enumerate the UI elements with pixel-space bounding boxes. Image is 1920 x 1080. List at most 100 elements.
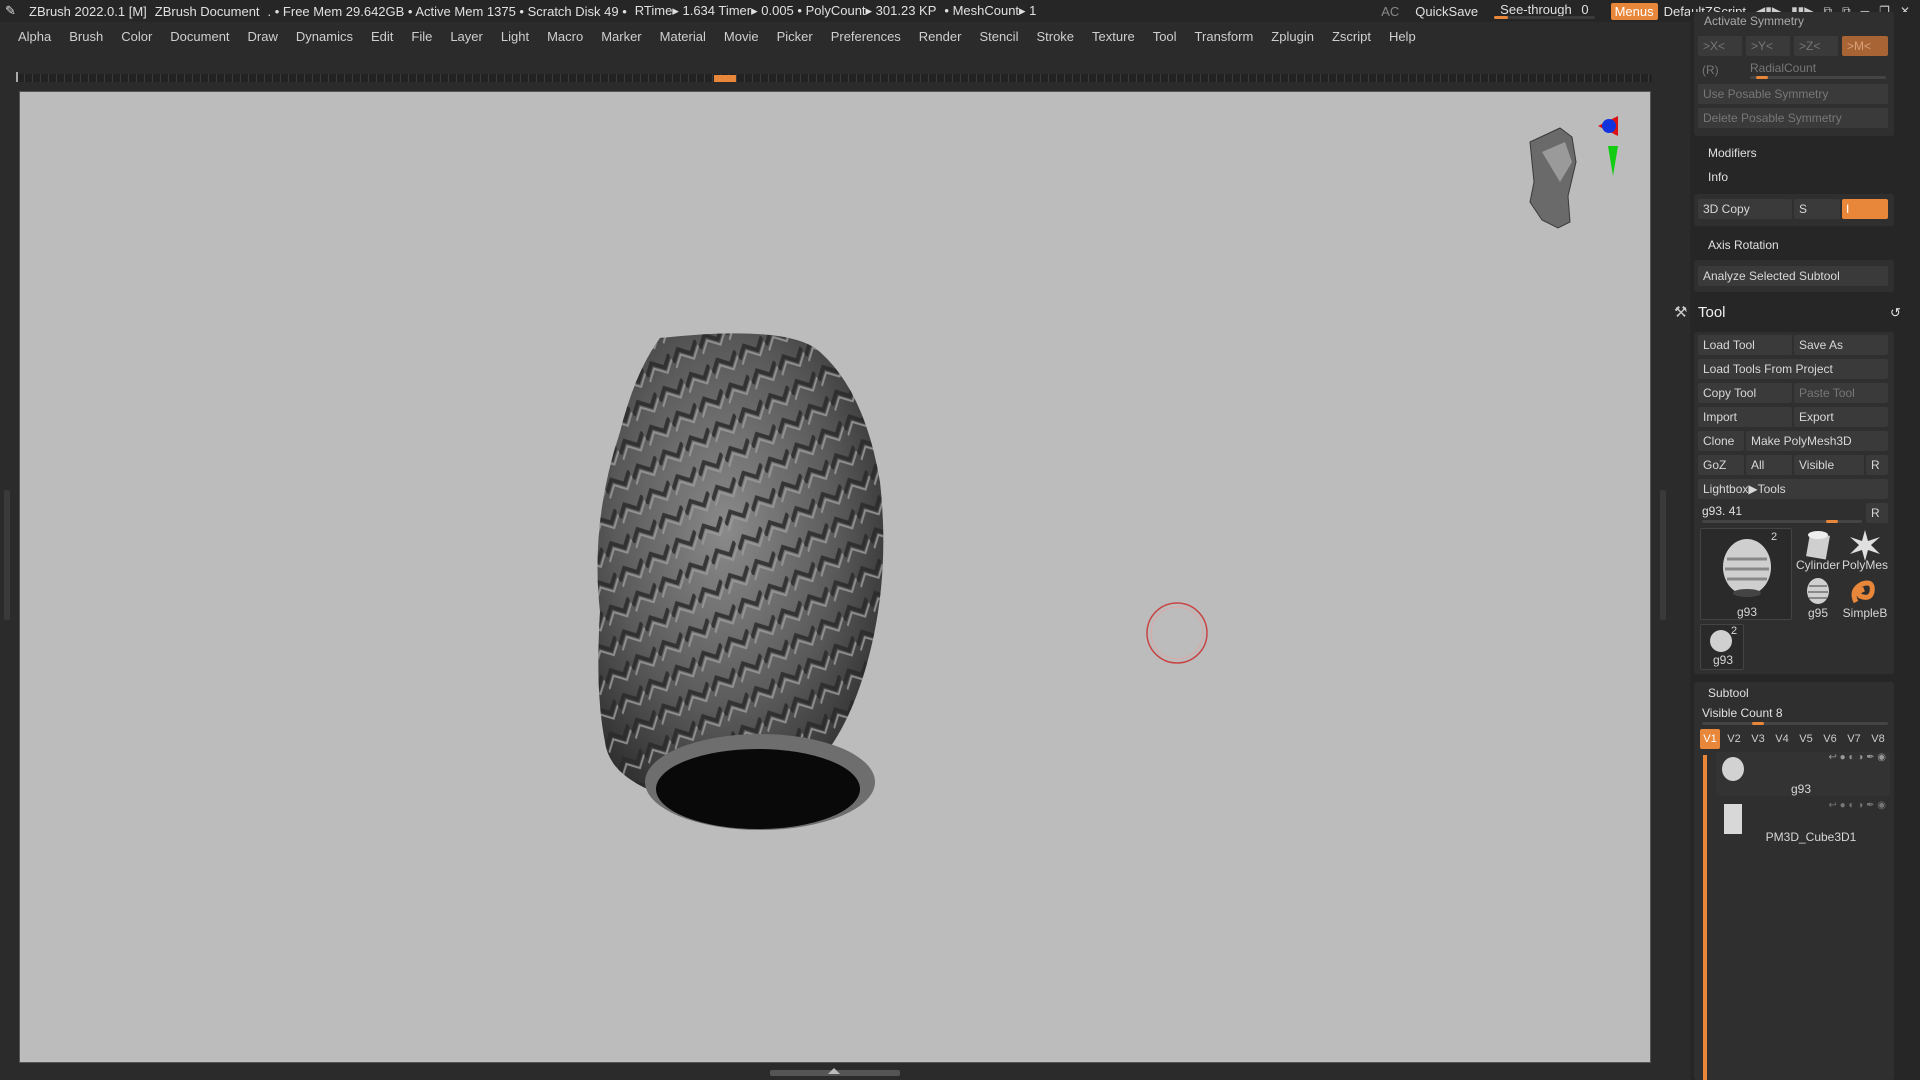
menu-texture[interactable]: Texture [1092,29,1135,44]
subtool-cube-controls-icon[interactable]: ↩ ● ◐ ◑ ✒ ◉ [1736,800,1890,811]
save-as-button[interactable]: Save As [1794,335,1888,355]
menu-stroke[interactable]: Stroke [1036,29,1074,44]
menu-zscript[interactable]: Zscript [1332,29,1371,44]
tool-palette-title[interactable]: Tool [1698,304,1726,321]
make-polymesh3d-button[interactable]: Make PolyMesh3D [1746,431,1888,451]
menu-tool[interactable]: Tool [1153,29,1177,44]
tool-reset-icon[interactable]: ↺ [1890,305,1901,321]
tool-thumb-g95[interactable]: g95 [1796,576,1840,622]
subtool-item-pm3d-cube[interactable]: ↩ ● ◐ ◑ ✒ ◉ PM3D_Cube3D1 [1716,800,1890,844]
bottom-tray-handle[interactable] [770,1068,900,1076]
symmetry-z-button[interactable]: >Z< [1794,36,1838,56]
timing-stats: RTime▸ 1.634 Timer▸ 0.005 • PolyCount▸ 3… [634,3,937,18]
navigation-gizmo[interactable] [1529,116,1618,229]
radial-count-slider[interactable] [1750,76,1886,79]
s-field[interactable]: S [1794,199,1840,219]
see-through-slider[interactable]: See-through 0 [1494,2,1595,20]
symmetry-m-button[interactable]: >M< [1842,36,1888,56]
quicksave-button[interactable]: QuickSave [1415,4,1478,19]
import-button[interactable]: Import [1698,407,1792,427]
axis-rotation-section[interactable]: Axis Rotation [1708,238,1779,252]
clone-button[interactable]: Clone [1698,431,1744,451]
subtool-tab-v6[interactable]: V6 [1820,729,1840,749]
tool-thumb-polymesh[interactable]: PolyMes [1842,528,1888,574]
goz-r-button[interactable]: R [1866,455,1888,475]
paste-tool-button[interactable]: Paste Tool [1794,383,1888,403]
tool-thumb-g93[interactable]: 2 g93 [1700,528,1792,620]
goz-button[interactable]: GoZ [1698,455,1744,475]
subtool-tab-v4[interactable]: V4 [1772,729,1792,749]
subtool-tab-v2[interactable]: V2 [1724,729,1744,749]
subtool-item-g93[interactable]: ↩ ● ◐ ◑ ✒ ◉ g93 [1716,752,1890,796]
menu-file[interactable]: File [411,29,432,44]
tool-palette-icon[interactable]: ⚒ [1674,303,1687,321]
s-value-field[interactable]: I [1842,199,1888,219]
visible-count-slider[interactable] [1702,722,1888,725]
activate-symmetry-button[interactable]: Activate Symmetry [1704,14,1804,28]
tool-thumb-cylinder[interactable]: Cylinder [1796,528,1840,574]
subtool-tab-v5[interactable]: V5 [1796,729,1816,749]
current-tool-r-button[interactable]: R [1866,503,1888,523]
export-button[interactable]: Export [1794,407,1888,427]
menu-macro[interactable]: Macro [547,29,583,44]
menu-zplugin[interactable]: Zplugin [1271,29,1314,44]
menu-stencil[interactable]: Stencil [979,29,1018,44]
canvas-viewport[interactable] [19,91,1651,1063]
menu-draw[interactable]: Draw [248,29,278,44]
menu-edit[interactable]: Edit [371,29,393,44]
copy-tool-button[interactable]: Copy Tool [1698,383,1792,403]
tool-thumb-g93-small[interactable]: 2 g93 [1700,624,1744,670]
delete-posable-symmetry-button[interactable]: Delete Posable Symmetry [1698,108,1888,128]
menu-render[interactable]: Render [919,29,962,44]
menu-marker[interactable]: Marker [601,29,641,44]
goz-all-button[interactable]: All [1746,455,1792,475]
menu-color[interactable]: Color [121,29,152,44]
menus-button[interactable]: Menus [1610,2,1658,20]
symmetry-y-button[interactable]: >Y< [1746,36,1790,56]
subtool-g93-controls-icon[interactable]: ↩ ● ◐ ◑ ✒ ◉ [1736,752,1890,763]
menu-brush[interactable]: Brush [69,29,103,44]
lightbox-tools-button[interactable]: Lightbox▶Tools [1698,479,1888,499]
load-tools-from-project-button[interactable]: Load Tools From Project [1698,359,1888,379]
subtool-list-scrollbar[interactable] [1703,755,1707,1080]
menu-layer[interactable]: Layer [450,29,483,44]
gizmo-y-axis-icon[interactable] [1608,146,1618,176]
simplebrush-icon [1851,580,1875,604]
menu-help[interactable]: Help [1389,29,1416,44]
timeline-cursor[interactable] [714,75,736,82]
gizmo-z-axis-icon[interactable] [1602,119,1616,133]
info-section[interactable]: Info [1708,170,1728,184]
left-tray-handle[interactable] [4,490,10,620]
subtool-tab-v1[interactable]: V1 [1700,729,1720,749]
menu-transform[interactable]: Transform [1195,29,1254,44]
menu-preferences[interactable]: Preferences [831,29,901,44]
load-tool-button[interactable]: Load Tool [1698,335,1792,355]
use-posable-symmetry-button[interactable]: Use Posable Symmetry [1698,84,1888,104]
subtool-tab-v7[interactable]: V7 [1844,729,1864,749]
menu-movie[interactable]: Movie [724,29,759,44]
timeline-track[interactable] [16,74,1652,82]
modifiers-section[interactable]: Modifiers [1708,146,1757,160]
vase-model[interactable] [580,322,900,830]
menu-document[interactable]: Document [170,29,229,44]
menu-picker[interactable]: Picker [777,29,813,44]
menu-dynamics[interactable]: Dynamics [296,29,353,44]
subtool-item-label: PM3D_Cube3D1 [1765,830,1857,844]
current-tool-slider[interactable] [1702,520,1862,523]
ac-indicator[interactable]: AC [1381,4,1399,19]
subtool-tab-v3[interactable]: V3 [1748,729,1768,749]
subtool-section[interactable]: Subtool [1708,686,1749,700]
menu-alpha[interactable]: Alpha [18,29,51,44]
subtool-tab-v8[interactable]: V8 [1868,729,1888,749]
symmetry-x-button[interactable]: >X< [1698,36,1742,56]
right-tray-handle[interactable] [1660,490,1666,620]
radial-r-toggle[interactable]: (R) [1702,63,1719,77]
menu-light[interactable]: Light [501,29,529,44]
menu-material[interactable]: Material [660,29,706,44]
see-through-label: See-through [1500,2,1572,17]
copy-3d-button[interactable]: 3D Copy [1698,199,1792,219]
radial-count-label: RadialCount [1750,61,1817,75]
tool-thumb-simplebrush[interactable]: SimpleB [1842,576,1888,622]
goz-visible-button[interactable]: Visible [1794,455,1864,475]
analyze-selected-subtool-button[interactable]: Analyze Selected Subtool [1698,266,1888,286]
